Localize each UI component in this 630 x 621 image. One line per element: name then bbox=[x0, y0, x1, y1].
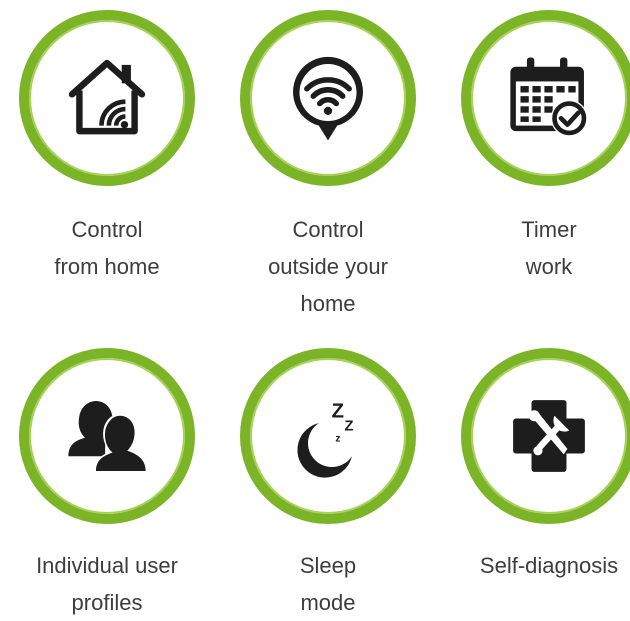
feature-ring bbox=[461, 10, 630, 186]
feature-label: Control outside your home bbox=[228, 211, 428, 322]
feature-ring bbox=[19, 10, 195, 186]
feature-ring: Z Z z bbox=[240, 348, 416, 524]
location-wifi-icon bbox=[293, 56, 363, 141]
feature-ring bbox=[240, 10, 416, 186]
label-line: work bbox=[525, 254, 573, 279]
feature-label: Timer work bbox=[449, 211, 630, 285]
feature-label: Sleep mode bbox=[228, 547, 428, 621]
label-line: Self-diagnosis bbox=[479, 553, 619, 578]
svg-text:z: z bbox=[335, 434, 340, 445]
feature-label: Individual user profiles bbox=[7, 547, 207, 621]
label-line: outside your bbox=[268, 254, 388, 279]
calendar-check-icon bbox=[510, 57, 588, 137]
feature-label: Self-diagnosis bbox=[449, 547, 630, 584]
label-line: from home bbox=[54, 254, 160, 279]
label-line: Control bbox=[292, 217, 364, 242]
label-line: home bbox=[300, 291, 356, 316]
repair-tools-icon bbox=[513, 400, 585, 472]
label-line: Control bbox=[71, 217, 143, 242]
label-line: Individual user bbox=[36, 553, 178, 578]
label-line: Timer bbox=[521, 217, 577, 242]
label-line: Sleep bbox=[299, 553, 357, 578]
label-line: profiles bbox=[71, 590, 143, 615]
moon-sleep-icon: Z Z z bbox=[297, 401, 354, 478]
svg-text:Z: Z bbox=[332, 401, 344, 423]
smart-home-wifi-icon bbox=[68, 59, 146, 135]
label-line: mode bbox=[300, 590, 356, 615]
feature-ring bbox=[461, 348, 630, 524]
users-icon bbox=[68, 401, 148, 473]
feature-label: Control from home bbox=[7, 211, 207, 285]
svg-text:Z: Z bbox=[345, 418, 354, 434]
feature-ring bbox=[19, 348, 195, 524]
